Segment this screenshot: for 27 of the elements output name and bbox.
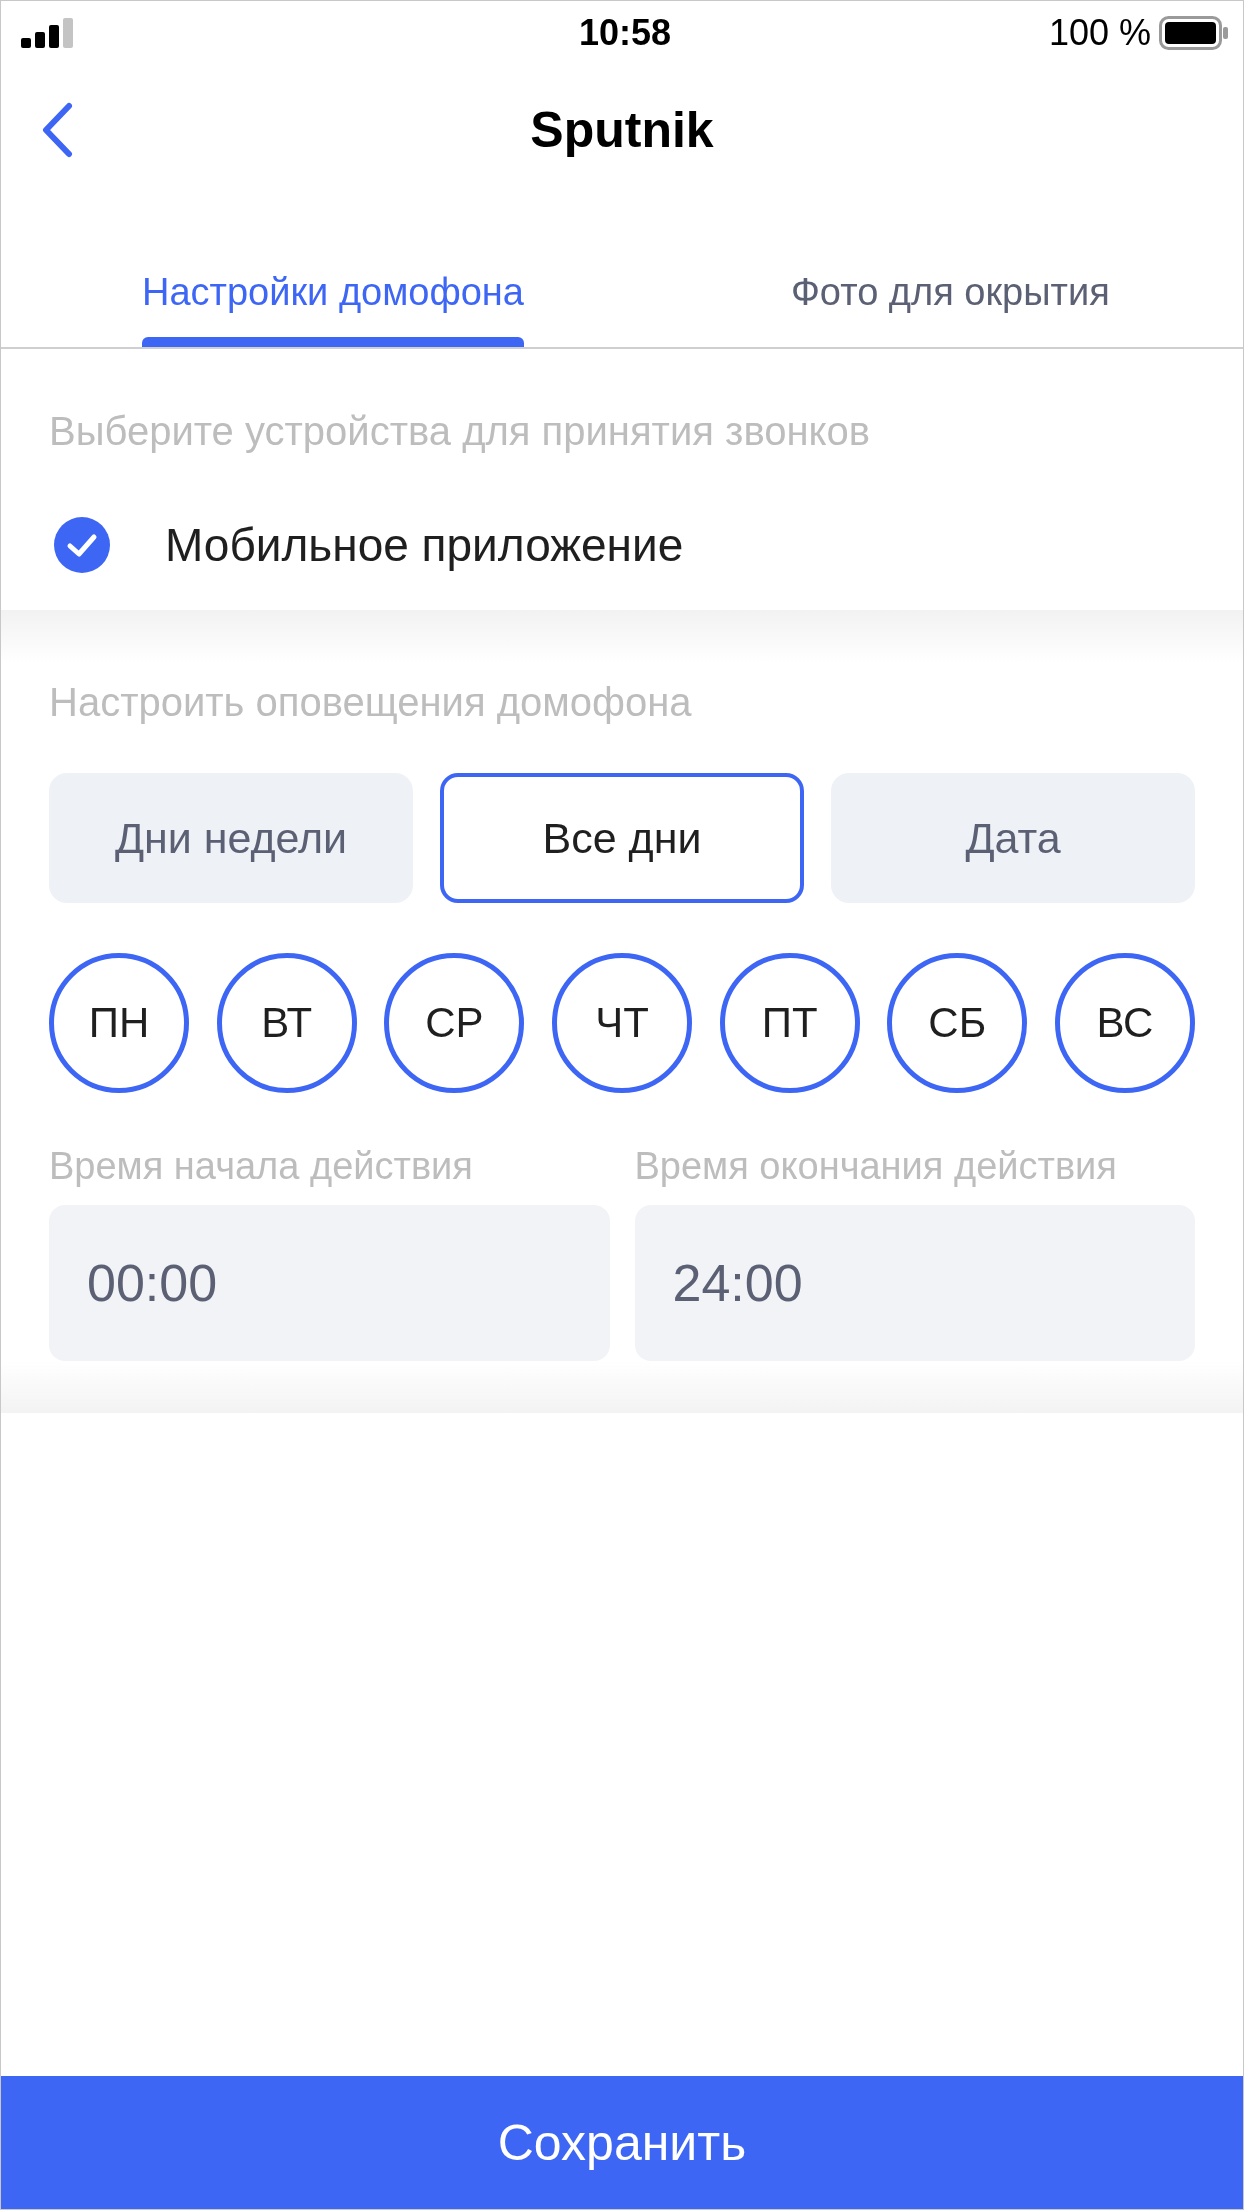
signal-icon [21, 18, 74, 48]
day-toggle[interactable]: ВС [1054, 953, 1195, 1093]
mode-option[interactable]: Дата [831, 773, 1195, 903]
time-field[interactable]: 24:00 [634, 1205, 1195, 1361]
day-toggle[interactable]: ПТ [719, 953, 860, 1093]
day-toggle[interactable]: СБ [887, 953, 1028, 1093]
option-label: Мобильное приложение [165, 519, 684, 571]
section-heading: Выберите устройства для принятия звонков [49, 411, 871, 451]
day-toggle[interactable]: СР [384, 953, 525, 1093]
section-heading: Настроить оповещения домофона [49, 682, 693, 722]
battery-icon [1159, 16, 1229, 50]
day-toggle[interactable]: ВТ [216, 953, 357, 1093]
mode-option[interactable]: Дни недели [49, 773, 413, 903]
checkbox-icon[interactable] [54, 517, 110, 573]
field-label: Время начала действия [49, 1146, 474, 1186]
chevron-left-icon [40, 102, 74, 158]
screen-title: Sputnik [530, 101, 714, 160]
save-button[interactable]: Сохранить [1, 2076, 1243, 2209]
tab[interactable]: Фото для окрытия [776, 270, 1124, 347]
field-label: Время окончания действия [634, 1146, 1118, 1186]
mode-option[interactable]: Все дни [440, 773, 804, 903]
tab[interactable]: Настройки домофона [128, 270, 538, 347]
status-time: 10:58 [578, 13, 672, 53]
day-toggle[interactable]: ЧТ [551, 953, 692, 1093]
day-toggle[interactable]: ПН [49, 953, 189, 1093]
time-field[interactable]: 00:00 [49, 1205, 610, 1361]
battery-percentage: 100 % [1048, 13, 1151, 53]
